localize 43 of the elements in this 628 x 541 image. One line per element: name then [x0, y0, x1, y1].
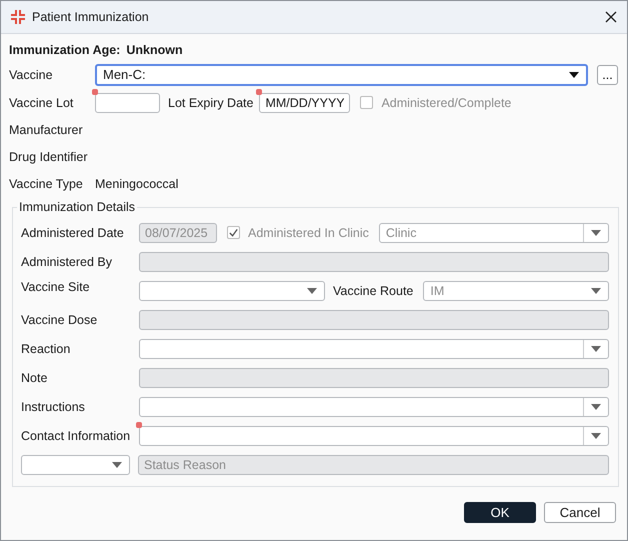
close-icon[interactable]: [605, 11, 617, 23]
caret-icon: [591, 346, 601, 352]
contact-label: Contact Information: [21, 428, 132, 442]
caret-icon: [591, 288, 601, 294]
window-title: Patient Immunization: [32, 10, 150, 24]
caret-icon: [569, 72, 579, 78]
vaccine-route-label: Vaccine Route: [333, 284, 414, 298]
caret-icon: [591, 230, 601, 236]
corner-brackets-icon: [10, 9, 26, 25]
contact-dropdown[interactable]: [139, 426, 609, 446]
vaccine-label: Vaccine: [9, 68, 54, 82]
lot-field[interactable]: [95, 92, 160, 112]
expiry-date-field[interactable]: MM/DD/YYYY: [259, 92, 350, 112]
expiry-label: Lot Expiry Date: [168, 96, 254, 110]
administered-date-label: Administered Date: [21, 226, 125, 240]
age-label: Immunization Age:: [9, 43, 120, 57]
vaccine-dropdown[interactable]: Men-C:: [95, 64, 588, 86]
reaction-dropdown[interactable]: [139, 338, 609, 358]
age-value: Unknown: [126, 43, 183, 57]
vaccine-type-label: Vaccine Type: [9, 177, 84, 191]
cancel-button[interactable]: Cancel: [544, 502, 616, 523]
vaccine-site-dropdown[interactable]: [139, 280, 325, 300]
in-clinic-label: Administered In Clinic: [248, 226, 369, 240]
ok-button[interactable]: OK: [464, 502, 536, 523]
drug-identifier-label: Drug Identifier: [9, 150, 88, 164]
status-dropdown[interactable]: [21, 454, 130, 474]
complete-label: Administered/Complete: [381, 96, 512, 110]
more-button[interactable]: ...: [597, 64, 618, 84]
vaccine-dose-label: Vaccine Dose: [21, 312, 98, 326]
manufacturer-label: Manufacturer: [9, 123, 83, 137]
vaccine-site-label: Vaccine Site: [21, 280, 91, 294]
instructions-dropdown[interactable]: [139, 396, 609, 416]
administered-by-label: Administered By: [21, 254, 114, 268]
caret-icon: [307, 288, 317, 294]
instructions-label: Instructions: [21, 400, 86, 414]
caret-icon: [591, 432, 601, 438]
vaccine-type-value: Meningococcal: [95, 177, 178, 191]
caret-icon: [112, 462, 122, 468]
caret-icon: [591, 404, 601, 410]
note-label: Note: [21, 370, 48, 384]
details-title: Immunization Details: [17, 200, 138, 214]
lot-label: Vaccine Lot: [9, 96, 74, 110]
reaction-label: Reaction: [21, 342, 72, 356]
